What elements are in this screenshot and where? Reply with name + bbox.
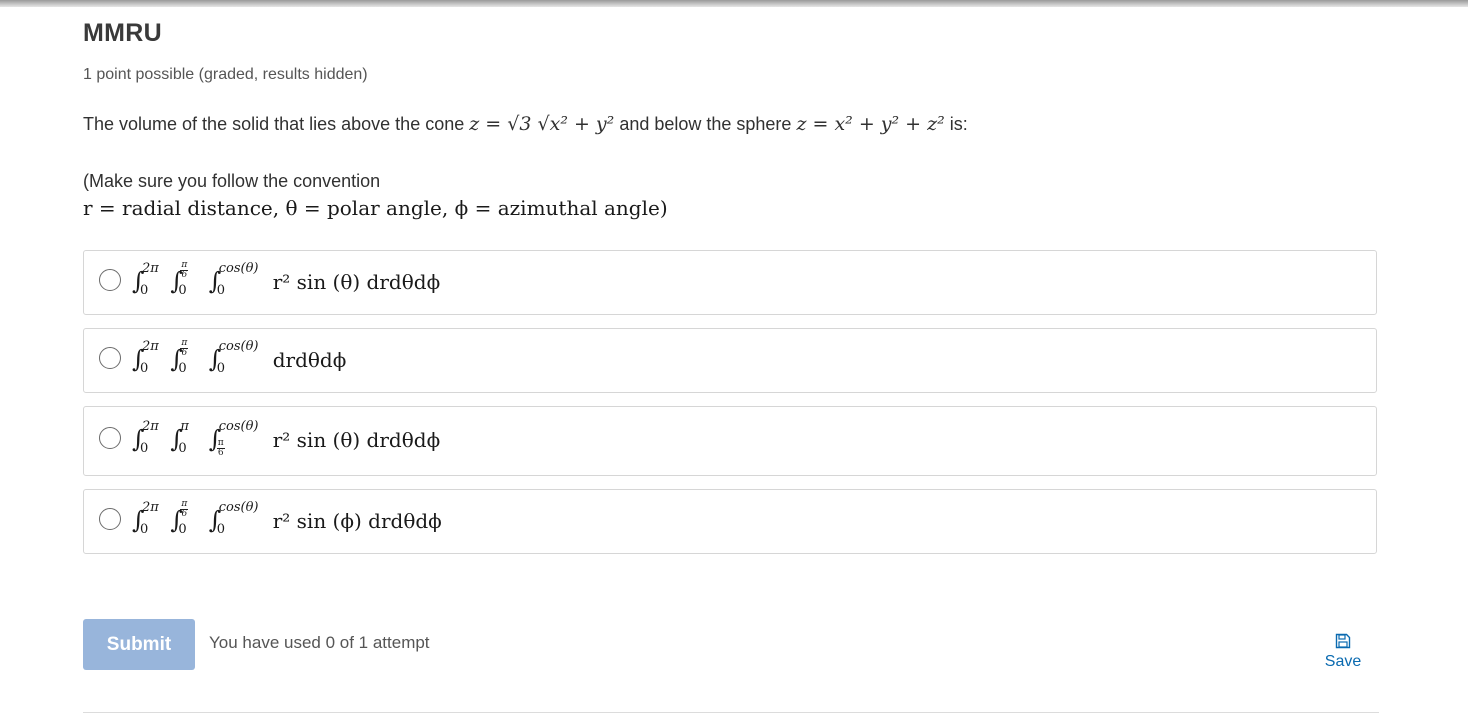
option-2-inner-upper: cos(θ) [218,339,259,354]
attempts-text: You have used 0 of 1 attempt [209,633,430,652]
option-4-mid-lower: 0 [178,522,187,537]
points-info: 1 point possible (graded, results hidden… [83,66,368,83]
option-3-formula: ∫ 2π 0 ∫ π 0 ∫ cos(θ) π 6 r² sin (θ) drdθdϕ [132,419,441,458]
option-3-mid-lower: 0 [178,441,187,456]
question-mid: and below the sphere [619,114,792,134]
option-1-integrand: r² sin (θ) drdθdϕ [272,270,441,294]
floppy-disk-icon [1335,633,1351,649]
option-4-inner-upper: cos(θ) [218,500,259,515]
option-4-integrand: r² sin (ϕ) drdθdϕ [272,509,442,533]
option-2-outer-lower: 0 [140,361,149,376]
question-lead: The volume of the solid that lies above … [83,114,465,134]
radio-button-2[interactable] [99,347,121,369]
option-3-inner-lower-d: 6 [217,448,224,458]
option-1-inner-upper: cos(θ) [218,261,259,276]
radio-button-3[interactable] [99,427,121,449]
answer-option-3[interactable]: ∫ 2π 0 ∫ π 0 ∫ cos(θ) π 6 r² sin (θ) drdθdϕ [83,406,1377,476]
option-2-inner-lower: 0 [216,361,225,376]
option-3-outer-upper: 2π [142,419,159,434]
option-2-outer-upper: 2π [142,339,159,354]
option-1-outer-lower: 0 [140,283,149,298]
answer-option-4[interactable]: ∫ 2π 0 ∫ π 6 0 ∫ cos(θ) 0 r² sin (ϕ) drdθdϕ [83,489,1377,554]
bottom-divider [83,712,1379,713]
cone-equation: z = √3 √x² + y² [469,113,615,135]
option-4-outer-upper: 2π [142,500,159,515]
option-4-formula: ∫ 2π 0 ∫ π 6 0 ∫ cos(θ) 0 r² sin (ϕ) drdθdϕ [132,499,442,538]
answer-option-2[interactable]: ∫ 2π 0 ∫ π 6 0 ∫ cos(θ) 0 drdθdϕ [83,328,1377,393]
option-1-outer-upper: 2π [142,261,159,276]
submit-button[interactable]: Submit [83,619,195,670]
option-1-mid-upper-d: 6 [181,270,188,280]
question-text: The volume of the solid that lies above … [83,113,968,135]
option-3-outer-lower: 0 [140,441,149,456]
option-3-inner-upper: cos(θ) [218,419,259,434]
option-2-mid-lower: 0 [178,361,187,376]
option-2-integrand: drdθdϕ [272,348,347,372]
option-4-mid-upper-d: 6 [181,509,188,519]
save-label: Save [1324,653,1362,670]
option-3-integrand: r² sin (θ) drdθdϕ [272,428,441,452]
option-4-inner-lower: 0 [216,522,225,537]
option-2-mid-upper-d: 6 [181,348,188,358]
option-1-formula: ∫ 2π 0 ∫ π 6 0 ∫ cos(θ) 0 r² sin (θ) drdθdϕ [132,260,441,299]
convention-text: (Make sure you follow the convention [83,171,381,191]
top-border [0,0,1468,7]
convention-math: r = radial distance, θ = polar angle, ϕ … [83,196,668,220]
option-2-formula: ∫ 2π 0 ∫ π 6 0 ∫ cos(θ) 0 drdθdϕ [132,338,347,377]
sphere-equation: z = x² + y² + z² [796,113,945,135]
answer-option-1[interactable]: ∫ 2π 0 ∫ π 6 0 ∫ cos(θ) 0 r² sin (θ) drdθdϕ [83,250,1377,315]
save-button[interactable]: Save [1313,633,1373,671]
problem-title: MMRU [83,19,162,47]
radio-button-1[interactable] [99,269,121,291]
option-1-mid-lower: 0 [178,283,187,298]
radio-button-4[interactable] [99,508,121,530]
option-3-mid-upper: π [180,419,189,434]
question-tail: is: [949,114,968,134]
option-1-inner-lower: 0 [216,283,225,298]
option-4-outer-lower: 0 [140,522,149,537]
